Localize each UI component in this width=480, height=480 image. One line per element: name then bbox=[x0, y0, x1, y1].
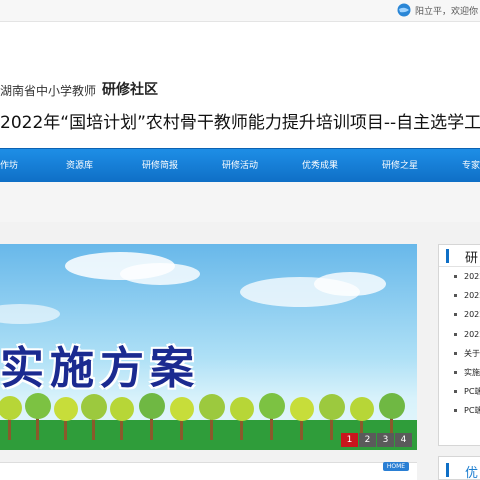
globe-icon bbox=[397, 3, 411, 17]
project-title: 2022年“国培计划”农村骨干教师能力提升培训项目--自主选学工 bbox=[0, 113, 480, 133]
list-item[interactable]: 2022 bbox=[439, 286, 480, 305]
content-section-bar bbox=[0, 462, 417, 480]
list-item[interactable]: 关于 bbox=[439, 344, 480, 363]
nav-item-achievements[interactable]: 优秀成果 bbox=[302, 149, 338, 183]
panel-accent-bar bbox=[446, 249, 449, 263]
banner-title: 实施方案 bbox=[0, 343, 200, 394]
site-name[interactable]: 研修社区 bbox=[102, 79, 158, 99]
pager-item-4[interactable]: 4 bbox=[395, 433, 412, 447]
pager-item-3[interactable]: 3 bbox=[377, 433, 394, 447]
banner-pager: 1 2 3 4 bbox=[341, 433, 412, 447]
nav-item-experts[interactable]: 专家 bbox=[462, 149, 480, 183]
main-nav: 作坊 资源库 研修简报 研修活动 优秀成果 研修之星 专家 bbox=[0, 148, 480, 182]
home-badge[interactable]: HOME bbox=[383, 462, 409, 471]
side-panel-excellent: 优 bbox=[438, 456, 480, 480]
nav-item-workshop[interactable]: 作坊 bbox=[0, 149, 18, 183]
nav-item-stars[interactable]: 研修之星 bbox=[382, 149, 418, 183]
side-panel2-title: 优 bbox=[465, 466, 479, 480]
header-gap bbox=[0, 182, 480, 222]
side-panel-title: 研 bbox=[465, 251, 479, 266]
list-item[interactable]: 2022 bbox=[439, 267, 480, 286]
site-org: 湖南省中小学教师 bbox=[0, 84, 97, 98]
panel-accent-bar bbox=[446, 463, 449, 477]
list-item[interactable]: 实施 bbox=[439, 363, 480, 382]
pager-item-2[interactable]: 2 bbox=[359, 433, 376, 447]
list-item[interactable]: PC端 bbox=[439, 382, 480, 401]
list-item[interactable]: 2022 bbox=[439, 325, 480, 344]
side-panel-header: 研 bbox=[439, 245, 480, 267]
nav-item-resources[interactable]: 资源库 bbox=[66, 149, 93, 183]
user-greeting[interactable]: 阳立平，欢迎你 bbox=[415, 4, 478, 17]
banner-slideshow[interactable]: 实施方案 1 2 3 4 bbox=[0, 244, 417, 450]
list-item[interactable]: PC端 bbox=[439, 401, 480, 420]
side-panel-news: 研 2022 2022 2022 2022 关于 实施 PC端 PC端 bbox=[438, 244, 480, 446]
nav-item-briefing[interactable]: 研修简报 bbox=[142, 149, 178, 183]
side-panel-list: 2022 2022 2022 2022 关于 实施 PC端 PC端 bbox=[439, 267, 480, 421]
page: 阳立平，欢迎你 湖南省中小学教师 研修社区 2022年“国培计划”农村骨干教师能… bbox=[0, 0, 480, 480]
pager-item-1[interactable]: 1 bbox=[341, 433, 358, 447]
list-item[interactable]: 2022 bbox=[439, 305, 480, 324]
top-bar: 阳立平，欢迎你 bbox=[0, 0, 480, 22]
nav-item-activities[interactable]: 研修活动 bbox=[222, 149, 258, 183]
site-header: 湖南省中小学教师 研修社区 2022年“国培计划”农村骨干教师能力提升培训项目-… bbox=[0, 22, 480, 148]
